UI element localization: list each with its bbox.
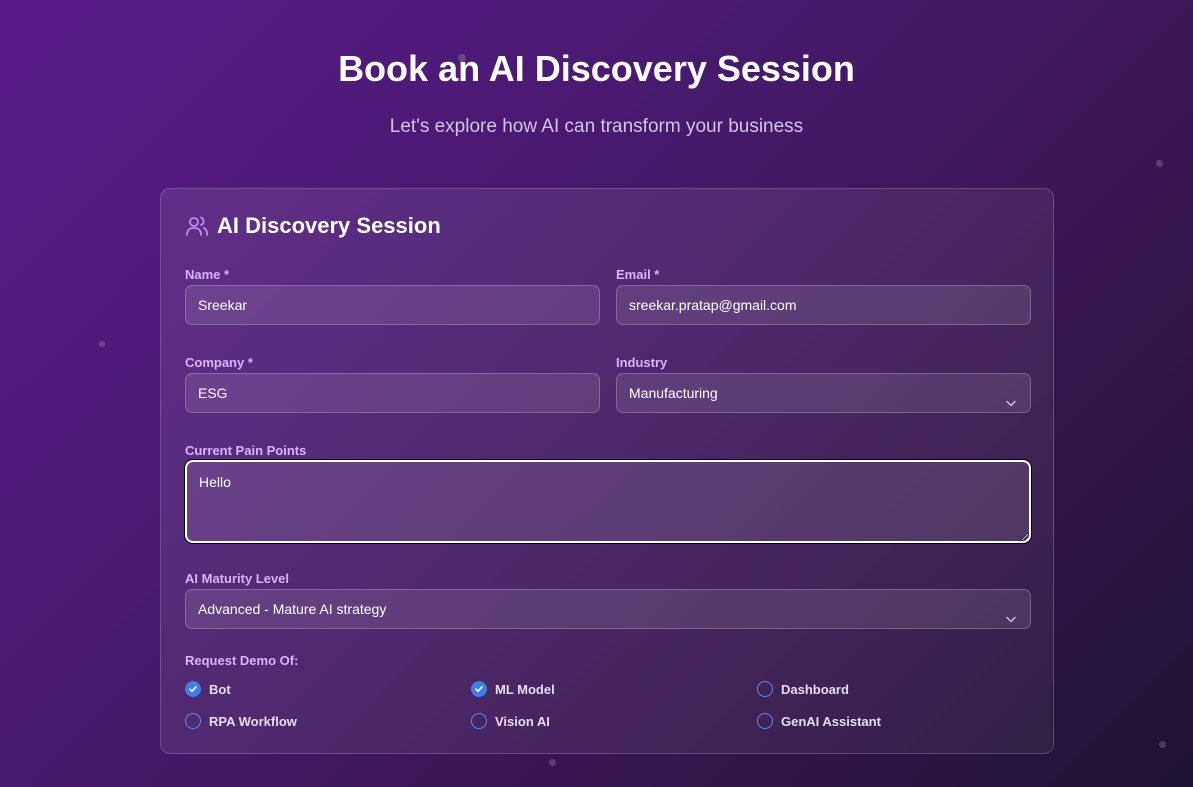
- maturity-select-value: Advanced - Mature AI strategy: [198, 601, 387, 617]
- demo-option-label: ML Model: [495, 681, 555, 697]
- maturity-label: AI Maturity Level: [185, 571, 290, 586]
- background-particle: [549, 759, 556, 766]
- checkbox-unchecked[interactable]: [757, 713, 773, 729]
- discovery-form-card: AI Discovery Session Name * Email * Comp…: [160, 188, 1054, 754]
- company-input[interactable]: [185, 373, 600, 413]
- email-input[interactable]: [616, 285, 1031, 325]
- demo-option-rpa-workflow[interactable]: RPA Workflow: [185, 713, 297, 729]
- checkbox-checked[interactable]: [185, 681, 201, 697]
- demo-option-label: RPA Workflow: [209, 713, 297, 729]
- page-title: Book an AI Discovery Session: [338, 48, 855, 89]
- demo-option-vision-ai[interactable]: Vision AI: [471, 713, 550, 729]
- checkbox-checked[interactable]: [471, 681, 487, 697]
- check-icon: [189, 686, 197, 692]
- users-icon: [185, 214, 209, 238]
- demo-option-dashboard[interactable]: Dashboard: [757, 681, 849, 697]
- demo-option-genai-assistant[interactable]: GenAI Assistant: [757, 713, 881, 729]
- demo-option-label: GenAI Assistant: [781, 713, 881, 729]
- demo-option-label: Dashboard: [781, 681, 849, 697]
- background-particle: [1159, 741, 1166, 748]
- check-icon: [475, 686, 483, 692]
- background-particle: [1156, 160, 1163, 167]
- demo-option-label: Bot: [209, 681, 231, 697]
- demo-label: Request Demo Of:: [185, 653, 299, 668]
- demo-option-bot[interactable]: Bot: [185, 681, 231, 697]
- checkbox-unchecked[interactable]: [185, 713, 201, 729]
- card-header: AI Discovery Session: [185, 213, 441, 239]
- card-title: AI Discovery Session: [217, 213, 441, 238]
- industry-label: Industry: [616, 355, 668, 370]
- name-label: Name *: [185, 267, 230, 282]
- checkbox-unchecked[interactable]: [471, 713, 487, 729]
- maturity-select[interactable]: Advanced - Mature AI strategy: [185, 589, 1031, 629]
- pain-points-label: Current Pain Points: [185, 443, 307, 458]
- demo-option-ml-model[interactable]: ML Model: [471, 681, 555, 697]
- background-particle: [99, 341, 105, 347]
- industry-select-value: Manufacturing: [629, 385, 718, 401]
- demo-option-label: Vision AI: [495, 713, 550, 729]
- company-label: Company *: [185, 355, 253, 370]
- checkbox-unchecked[interactable]: [757, 681, 773, 697]
- pain-points-textarea[interactable]: Hello: [185, 460, 1031, 543]
- email-label: Email *: [616, 267, 660, 282]
- chevron-down-icon: [1004, 386, 1018, 407]
- industry-select[interactable]: Manufacturing: [616, 373, 1031, 413]
- name-input[interactable]: [185, 285, 600, 325]
- chevron-down-icon: [1004, 602, 1018, 623]
- page-subtitle: Let's explore how AI can transform your …: [389, 116, 804, 137]
